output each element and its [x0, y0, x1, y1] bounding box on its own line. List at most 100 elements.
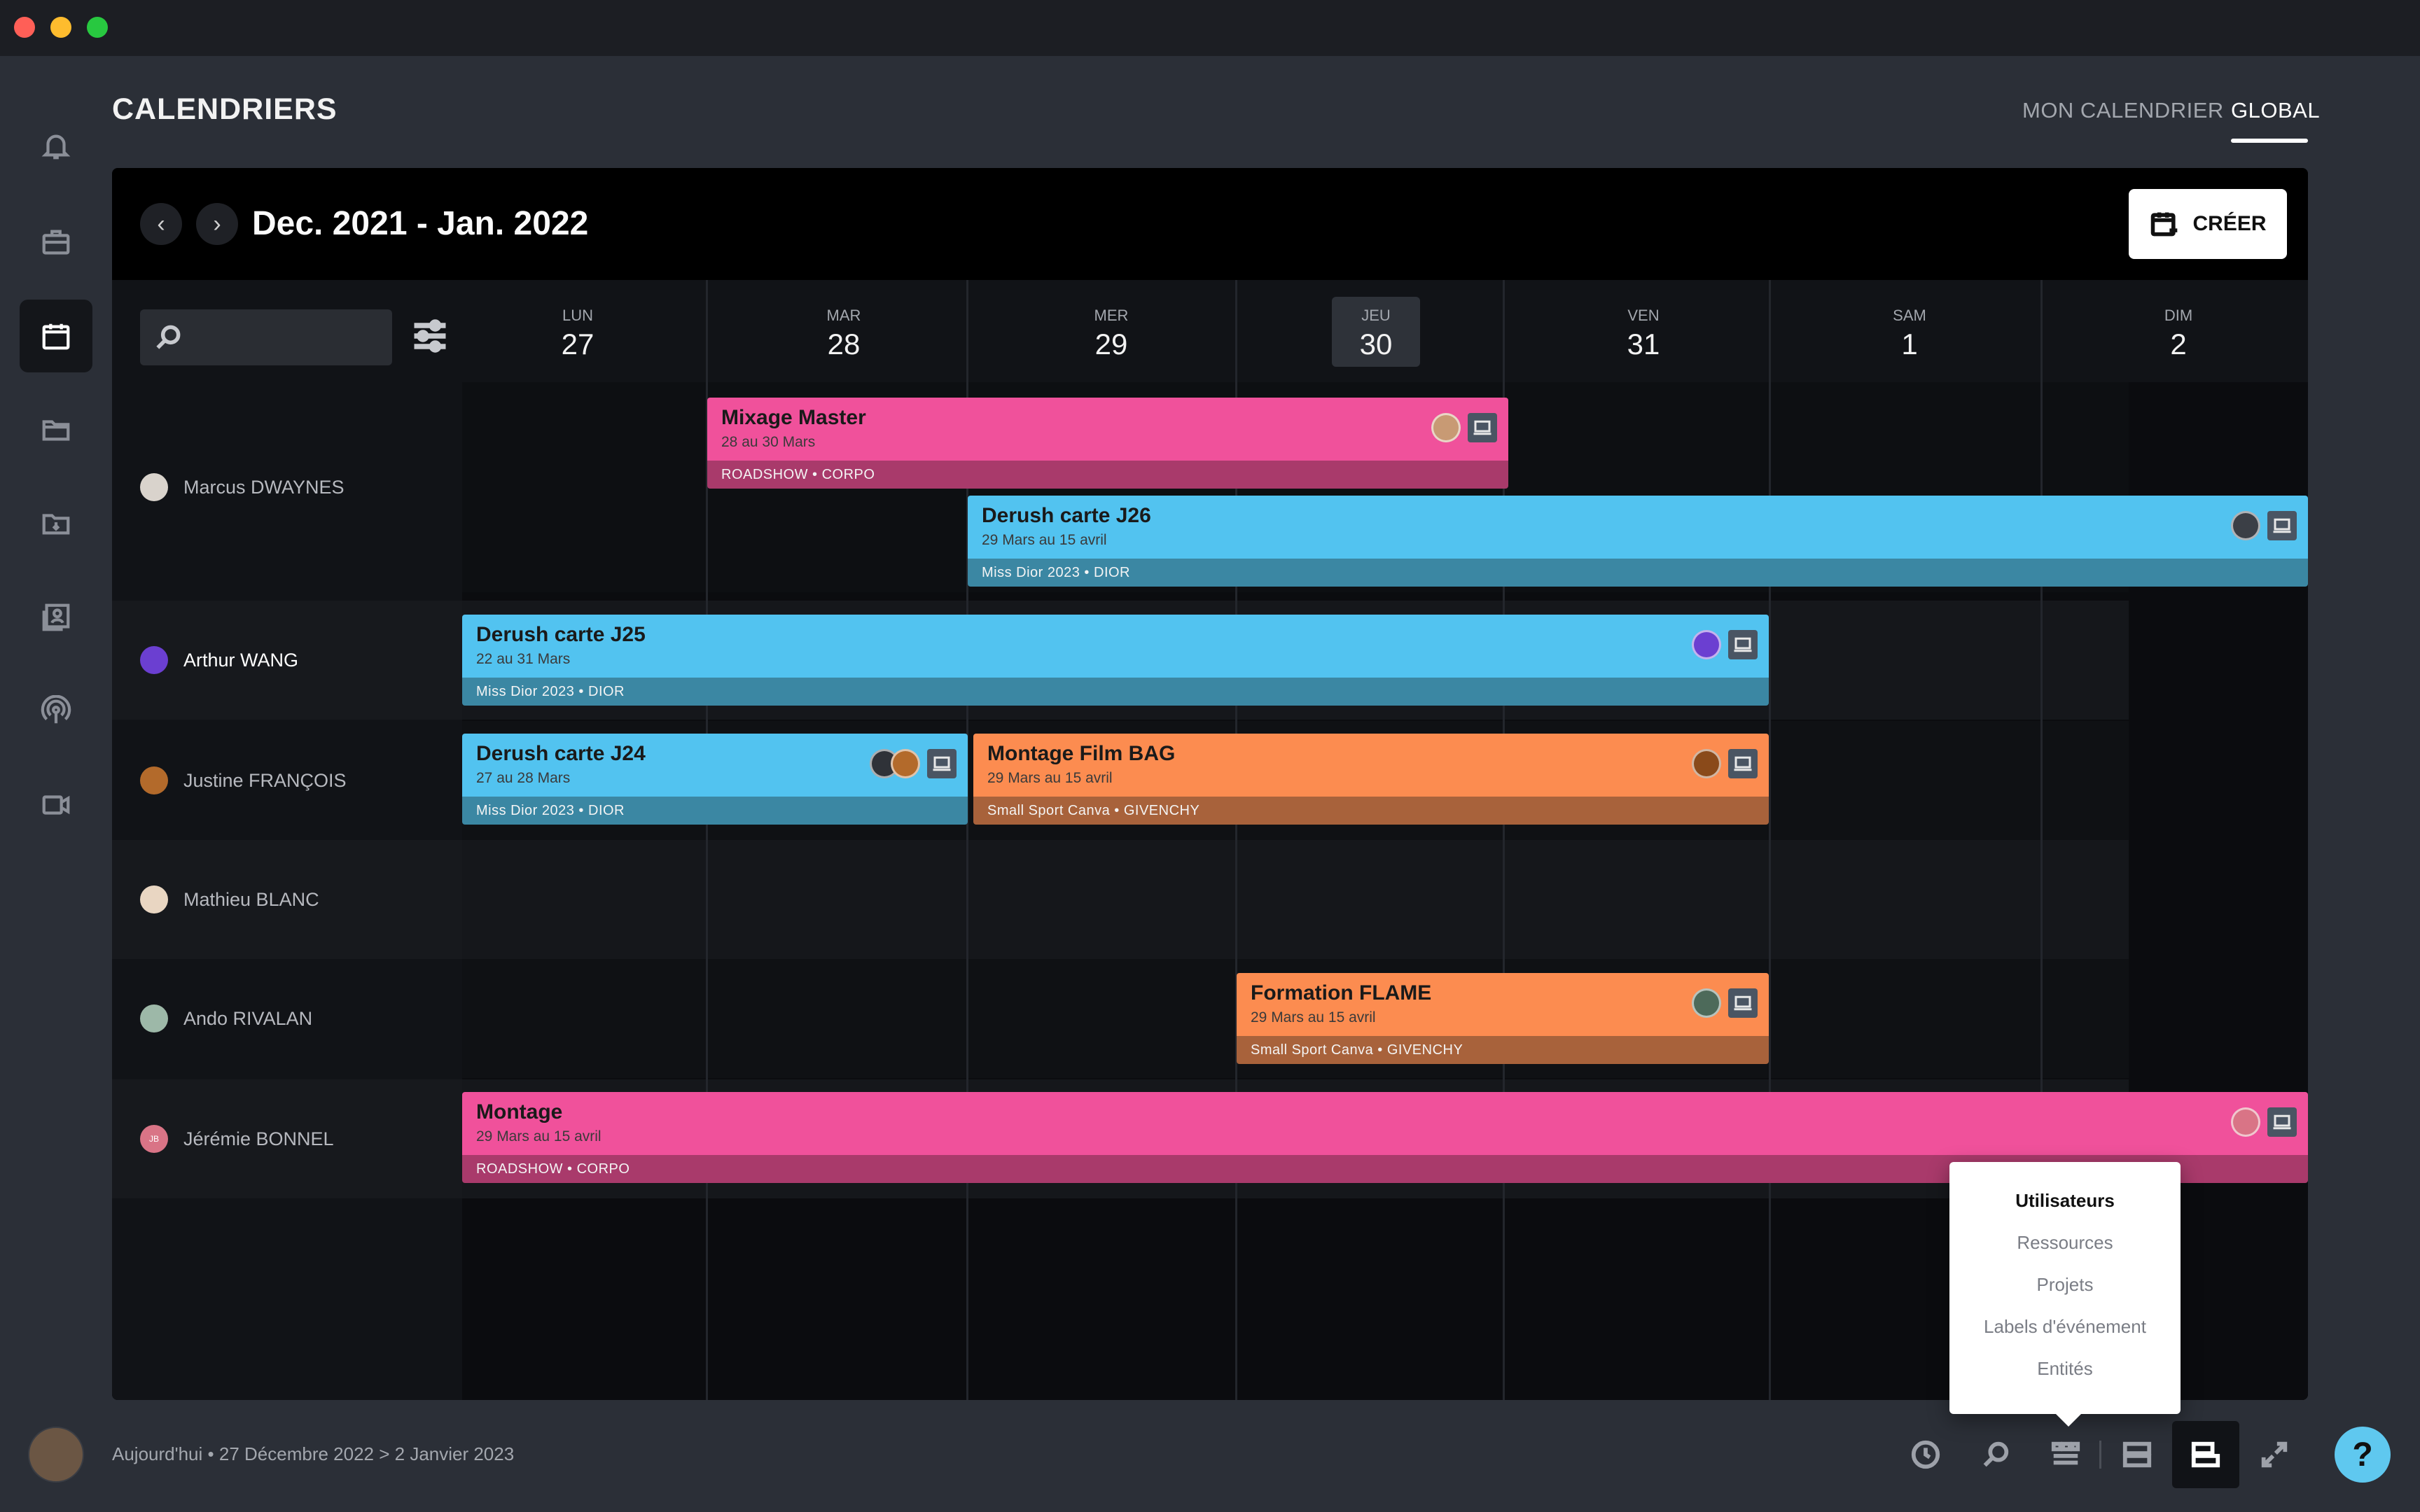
- day-of-week: MAR: [826, 307, 861, 324]
- active-tab-indicator: [2231, 139, 2308, 143]
- search-icon: [156, 325, 181, 349]
- sidebar-item-projects[interactable]: [20, 206, 92, 279]
- rows-icon: [2122, 1441, 2152, 1468]
- laptop-icon: [1728, 749, 1758, 778]
- sidebar-item-broadcast[interactable]: [20, 675, 92, 748]
- user-row[interactable]: Arthur WANG: [112, 601, 462, 720]
- sidebar-item-contacts[interactable]: [20, 581, 92, 654]
- avatar: [140, 646, 168, 674]
- window-minimize-button[interactable]: [50, 17, 71, 38]
- day-header-ven[interactable]: VEN 31: [1598, 307, 1689, 361]
- laptop-icon: [1728, 630, 1758, 659]
- day-header-sam[interactable]: SAM 1: [1864, 307, 1955, 361]
- clock-icon: [1911, 1440, 1940, 1469]
- user-row[interactable]: Ando RIVALAN: [112, 959, 462, 1078]
- event-dates: 29 Mars au 15 avril: [982, 532, 1107, 548]
- search-icon: [1983, 1441, 2009, 1467]
- user-row[interactable]: Mathieu BLANC: [112, 840, 462, 959]
- current-user-avatar[interactable]: [28, 1427, 84, 1483]
- avatar: [140, 1004, 168, 1032]
- next-period-button[interactable]: ›: [196, 203, 238, 245]
- sidebar-item-downloads[interactable]: [20, 487, 92, 560]
- event-derush-carte-j24[interactable]: Derush carte J24 27 au 28 Mars Miss Dior…: [462, 734, 968, 825]
- create-event-button[interactable]: CRÉER: [2129, 189, 2287, 259]
- day-header-jeu[interactable]: JEU 30: [1330, 307, 1421, 361]
- avatar: [1692, 630, 1721, 659]
- menu-item-ressources[interactable]: Ressources: [1949, 1232, 2181, 1254]
- day-of-week: LUN: [562, 307, 593, 324]
- user-name: Ando RIVALAN: [183, 1007, 313, 1029]
- user-row[interactable]: JB Jérémie BONNEL: [112, 1079, 462, 1198]
- expand-icon: [2261, 1441, 2288, 1468]
- avatar: JB: [140, 1125, 168, 1153]
- zoom-button[interactable]: [1962, 1421, 2029, 1488]
- event-montage-film-bag[interactable]: Montage Film BAG 29 Mars au 15 avril Sma…: [973, 734, 1769, 825]
- menu-item-entites[interactable]: Entités: [1949, 1358, 2181, 1380]
- event-tags: Miss Dior 2023 • DIOR: [476, 684, 625, 699]
- window-zoom-button[interactable]: [87, 17, 108, 38]
- laptop-icon: [927, 749, 957, 778]
- laptop-icon: [2267, 511, 2297, 540]
- broadcast-icon: [41, 695, 71, 724]
- today-label[interactable]: Aujourd'hui: [112, 1443, 202, 1464]
- event-tags: Miss Dior 2023 • DIOR: [982, 565, 1130, 580]
- menu-item-utilisateurs[interactable]: Utilisateurs: [1949, 1190, 2181, 1212]
- window-close-button[interactable]: [14, 17, 35, 38]
- day-of-week: SAM: [1893, 307, 1926, 324]
- event-title: Montage: [476, 1100, 563, 1124]
- day-divider: [1769, 280, 1771, 1400]
- footer-date-info: Aujourd'hui • 27 Décembre 2022 > 2 Janvi…: [112, 1443, 515, 1464]
- laptop-icon: [1468, 413, 1497, 442]
- sidebar-item-notifications[interactable]: [20, 109, 92, 182]
- timeline-view-button[interactable]: [2172, 1421, 2239, 1488]
- event-derush-carte-j26[interactable]: Derush carte J26 29 Mars au 15 avril Mis…: [968, 496, 2308, 587]
- day-header-lun[interactable]: LUN 27: [532, 307, 623, 361]
- event-dates: 22 au 31 Mars: [476, 651, 571, 667]
- event-dates: 29 Mars au 15 avril: [1251, 1009, 1376, 1026]
- day-header-mar[interactable]: MAR 28: [798, 307, 889, 361]
- event-dates: 28 au 30 Mars: [721, 434, 816, 450]
- laptop-icon: [2267, 1107, 2297, 1137]
- help-button[interactable]: ?: [2335, 1427, 2391, 1483]
- chevron-left-icon: ‹: [157, 210, 165, 237]
- event-mixage-master[interactable]: Mixage Master 28 au 30 Mars ROADSHOW • C…: [707, 398, 1508, 489]
- day-number: 1: [1901, 328, 1918, 360]
- avatar: [140, 886, 168, 913]
- event-title: Mixage Master: [721, 406, 866, 429]
- sliders-icon: [414, 319, 446, 353]
- event-tags: Miss Dior 2023 • DIOR: [476, 803, 625, 818]
- avatar: [1431, 413, 1461, 442]
- laptop-icon: [1728, 988, 1758, 1018]
- event-derush-carte-j25[interactable]: Derush carte J25 22 au 31 Mars Miss Dior…: [462, 615, 1769, 706]
- user-row[interactable]: Justine FRANÇOIS: [112, 721, 462, 840]
- event-title: Derush carte J24: [476, 742, 646, 765]
- day-header-dim[interactable]: DIM 2: [2133, 307, 2224, 361]
- user-column: Marcus DWAYNES Arthur WANG Justine FRANÇ…: [112, 280, 462, 1400]
- group-by-button[interactable]: [2032, 1421, 2099, 1488]
- previous-period-button[interactable]: ‹: [140, 203, 182, 245]
- sidebar-item-video[interactable]: [20, 769, 92, 841]
- menu-item-labels-evenement[interactable]: Labels d'événement: [1949, 1316, 2181, 1338]
- event-tags: ROADSHOW • CORPO: [476, 1161, 630, 1177]
- event-title: Formation FLAME: [1251, 981, 1432, 1004]
- tab-mon-calendrier[interactable]: MON CALENDRIER: [2022, 98, 2224, 123]
- folder-download-icon: [42, 514, 70, 535]
- event-dates: 27 au 28 Mars: [476, 770, 571, 786]
- rows-view-button[interactable]: [2103, 1421, 2171, 1488]
- day-of-week: MER: [1094, 307, 1129, 324]
- day-header-mer[interactable]: MER 29: [1066, 307, 1157, 361]
- sidebar-item-files[interactable]: [20, 393, 92, 466]
- day-number: 31: [1627, 328, 1660, 360]
- search-input[interactable]: [140, 309, 392, 365]
- date-range-label: 27 Décembre 2022 > 2 Janvier 2023: [218, 1443, 515, 1464]
- event-formation-flame[interactable]: Formation FLAME 29 Mars au 15 avril Smal…: [1237, 973, 1769, 1064]
- filter-button[interactable]: [409, 315, 451, 357]
- history-button[interactable]: [1892, 1421, 1959, 1488]
- user-row[interactable]: Marcus DWAYNES: [112, 382, 462, 592]
- fullscreen-button[interactable]: [2241, 1421, 2308, 1488]
- avatar: [2231, 511, 2260, 540]
- sidebar-item-calendar[interactable]: [20, 300, 92, 372]
- event-tags: Small Sport Canva • GIVENCHY: [987, 803, 1200, 818]
- tab-global[interactable]: GLOBAL: [2231, 98, 2320, 123]
- menu-item-projets[interactable]: Projets: [1949, 1274, 2181, 1296]
